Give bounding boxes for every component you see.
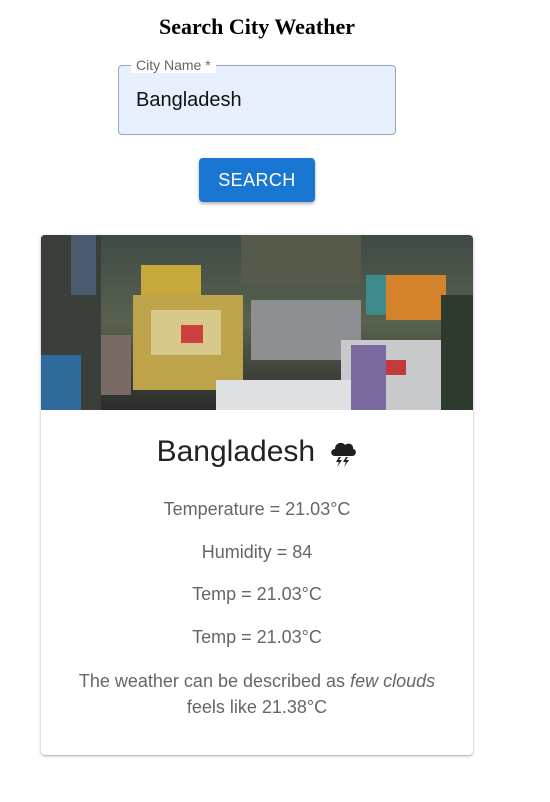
temperature-text: Temperature = 21.03°C — [163, 499, 351, 519]
card-content: Bangladesh Temperature = 21.03°C Humidit… — [41, 432, 473, 720]
feels-like-text: feels like 21.38°C — [186, 697, 328, 717]
thunderstorm-cloud-icon — [331, 442, 357, 468]
page-title: Search City Weather — [159, 14, 355, 39]
weather-card: Bangladesh Temperature = 21.03°C Humidit… — [41, 235, 473, 755]
city-name-input[interactable] — [136, 66, 376, 134]
weather-description: The weather can be described as few clou… — [41, 668, 473, 720]
search-button[interactable]: SEARCH — [199, 158, 315, 202]
description-value: few clouds — [350, 671, 436, 691]
city-name: Bangladesh — [156, 435, 316, 468]
city-heading: Bangladesh — [41, 432, 473, 472]
humidity-text: Humidity = 84 — [201, 542, 313, 562]
search-form: City Name * — [118, 57, 396, 135]
city-name-field[interactable]: City Name * — [118, 57, 396, 135]
temp-text-1: Temp = 21.03°C — [192, 584, 322, 604]
temp-text-2: Temp = 21.03°C — [192, 627, 322, 647]
rainy-street-image — [41, 235, 473, 410]
description-prefix: The weather can be described as — [78, 671, 346, 691]
